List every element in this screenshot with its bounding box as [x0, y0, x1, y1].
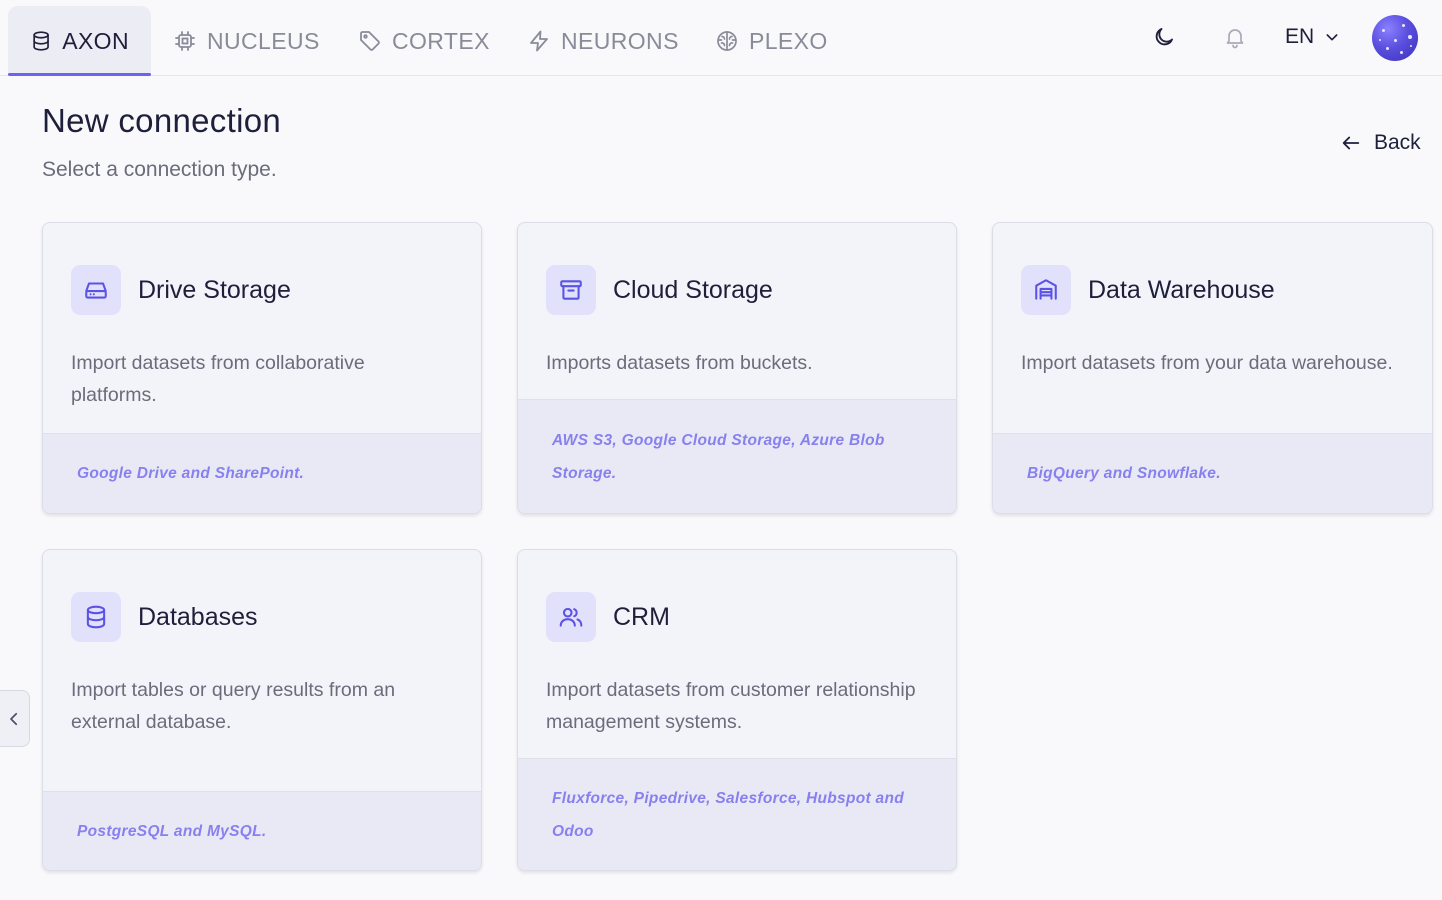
card-title: CRM [613, 602, 670, 631]
card-providers-text: PostgreSQL and MySQL. [77, 822, 267, 840]
lightning-bolt-icon [530, 30, 548, 52]
chevron-left-icon [10, 712, 18, 725]
tab-label: CORTEX [392, 27, 490, 54]
tab-label: AXON [62, 27, 129, 54]
language-label: EN [1285, 25, 1315, 48]
card-providers-text: Fluxforce, Pipedrive, Salesforce, Hubspo… [552, 789, 905, 840]
card-title: Drive Storage [138, 275, 291, 304]
drive-icon [85, 282, 107, 299]
tab-nucleus[interactable]: NUCLEUS [151, 6, 342, 76]
card-title: Databases [138, 602, 258, 631]
database-icon [33, 31, 49, 51]
card-icon-wrapper [546, 592, 596, 642]
connection-card-crm[interactable]: CRM Import datasets from customer relati… [517, 549, 957, 871]
card-description: Import datasets from your data warehouse… [1021, 352, 1393, 374]
back-label: Back [1374, 131, 1421, 154]
bell-icon[interactable] [1223, 25, 1247, 49]
card-providers: PostgreSQL and MySQL. [43, 791, 481, 870]
card-providers-text: BigQuery and Snowflake. [1027, 465, 1221, 482]
tab-axon[interactable]: AXON [8, 6, 151, 76]
card-providers-text: Google Drive and SharePoint. [77, 465, 305, 482]
card-icon-wrapper [546, 265, 596, 315]
card-providers-text: AWS S3, Google Cloud Storage, Azure Blob… [552, 431, 885, 482]
tag-icon [360, 31, 380, 51]
card-icon-wrapper [71, 265, 121, 315]
brain-icon [717, 31, 737, 51]
sidebar-toggle[interactable] [0, 690, 30, 747]
top-navigation: AXON NUCLEUS CORTEX NEURONS PLEXO EN [0, 0, 1442, 76]
card-description: Import datasets from collaborative platf… [71, 352, 365, 406]
card-title: Data Warehouse [1088, 275, 1275, 304]
tab-neurons[interactable]: NEURONS [505, 6, 701, 76]
database-icon [86, 605, 106, 629]
page-subtitle: Select a connection type. [42, 158, 277, 181]
card-description: Import tables or query results from an e… [71, 679, 396, 733]
moon-icon[interactable] [1152, 25, 1176, 49]
card-icon-wrapper [71, 592, 121, 642]
language-selector[interactable]: EN [1285, 22, 1340, 52]
connection-card-drive-storage[interactable]: Drive Storage Import datasets from colla… [42, 222, 482, 514]
connection-card-data-warehouse[interactable]: Data Warehouse Import datasets from your… [992, 222, 1433, 514]
connection-card-cloud-storage[interactable]: Cloud Storage Imports datasets from buck… [517, 222, 957, 514]
card-providers: Fluxforce, Pipedrive, Salesforce, Hubspo… [518, 758, 956, 870]
chevron-down-icon [1326, 34, 1338, 41]
connection-card-databases[interactable]: Databases Import tables or query results… [42, 549, 482, 871]
tab-label: NEURONS [561, 27, 679, 54]
card-providers: AWS S3, Google Cloud Storage, Azure Blob… [518, 399, 956, 513]
warehouse-icon [1035, 279, 1057, 300]
card-icon-wrapper [1021, 265, 1071, 315]
avatar[interactable] [1372, 15, 1418, 61]
tab-cortex[interactable]: CORTEX [336, 6, 512, 76]
cpu-chip-icon [175, 31, 195, 51]
card-description: Import datasets from customer relationsh… [546, 679, 916, 733]
archive-box-icon [560, 280, 582, 300]
card-description: Imports datasets from buckets. [546, 352, 813, 374]
tab-plexo[interactable]: PLEXO [693, 6, 850, 76]
arrow-left-icon [1342, 136, 1360, 150]
page-title: New connection [42, 102, 282, 139]
back-button[interactable]: Back [1340, 128, 1421, 158]
card-providers: Google Drive and SharePoint. [43, 433, 481, 513]
users-icon [559, 607, 583, 627]
tab-label: PLEXO [749, 27, 828, 54]
tab-label: NUCLEUS [207, 27, 320, 54]
card-providers: BigQuery and Snowflake. [993, 433, 1432, 513]
card-title: Cloud Storage [613, 275, 773, 304]
